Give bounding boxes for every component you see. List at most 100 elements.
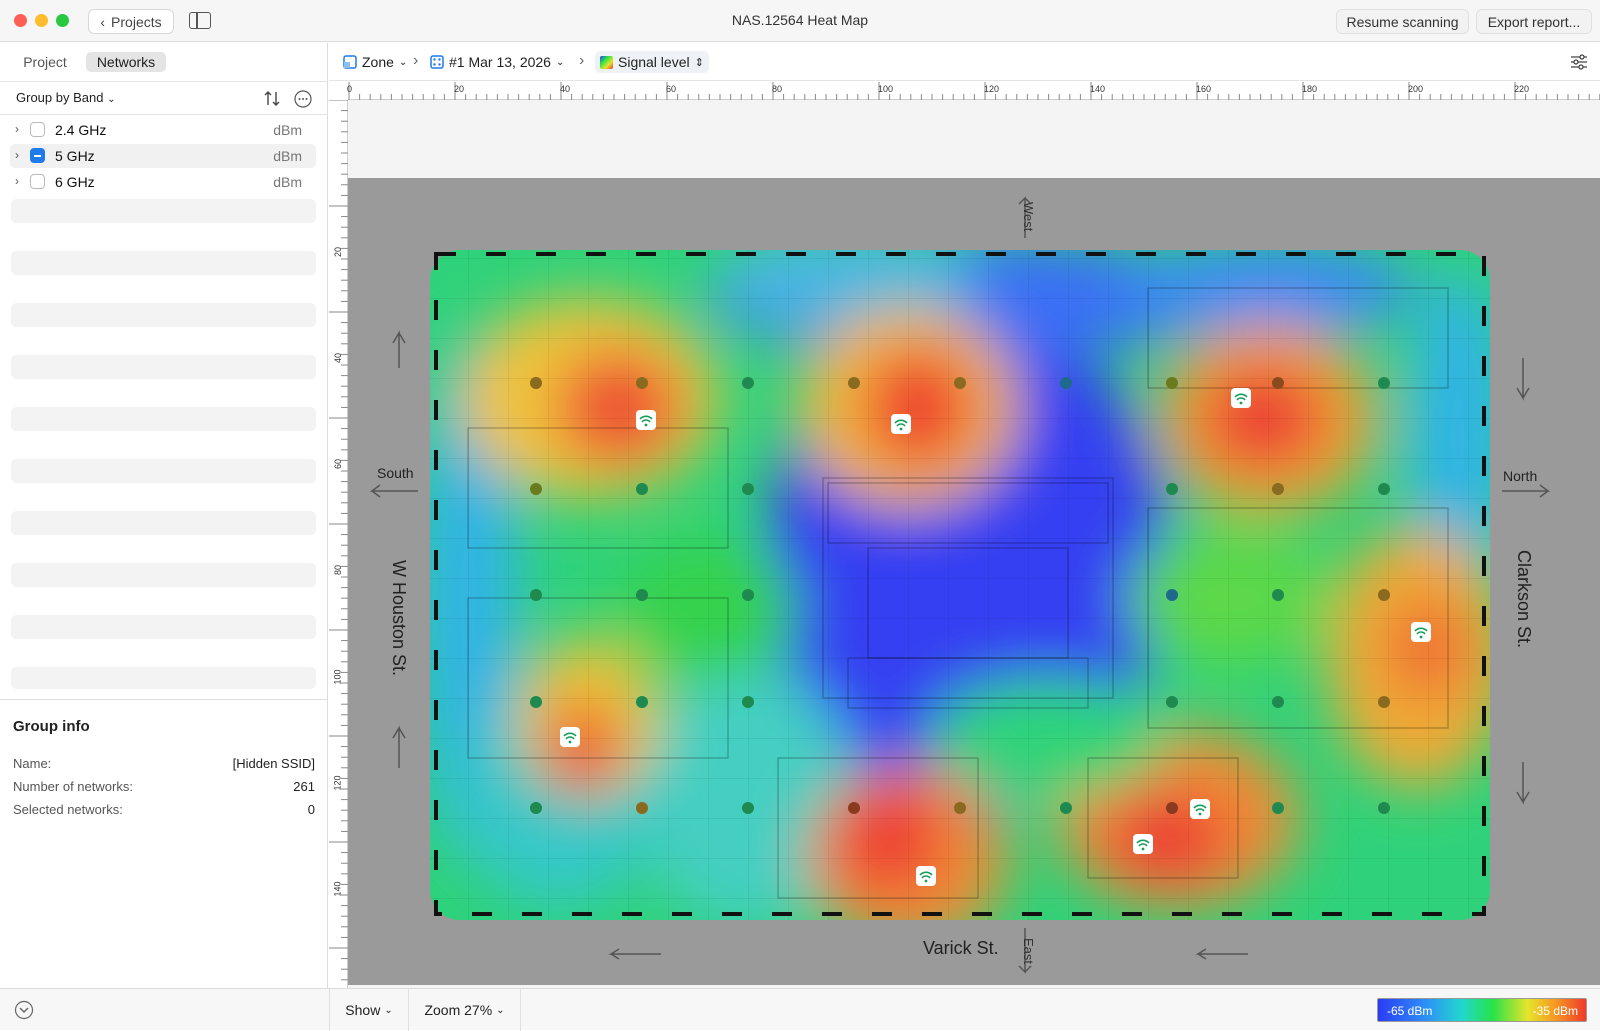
vertical-ruler: 20 40 60 80 100 120 140 [329, 100, 348, 988]
band-checkbox[interactable] [30, 174, 45, 189]
chevron-right-icon[interactable]: › [15, 148, 19, 162]
group-info-title: Group info [13, 718, 90, 735]
sidebar: Project Networks Group by Band ⌄ › 2.4 G… [0, 43, 328, 988]
wifi-icon[interactable] [1411, 622, 1431, 642]
ruler-label: 40 [560, 84, 571, 94]
info-value: 0 [307, 802, 315, 817]
group-info-panel: Group info Name: [Hidden SSID] Number of… [0, 699, 328, 989]
info-row-name: Name: [Hidden SSID] [13, 756, 315, 771]
ruler-label: 80 [333, 564, 344, 576]
ruler-label: 0 [347, 84, 353, 94]
placeholder-row [11, 563, 316, 587]
ruler-label: 20 [333, 246, 344, 258]
zoom-label: Zoom 27% [424, 1002, 493, 1018]
wifi-icon[interactable] [1190, 799, 1210, 819]
wifi-icon[interactable] [1133, 834, 1153, 854]
view-settings-icon[interactable] [1570, 53, 1588, 71]
info-row-network-count: Number of networks: 261 [13, 779, 315, 794]
band-unit: dBm [273, 174, 302, 190]
resume-scanning-button[interactable]: Resume scanning [1336, 9, 1469, 34]
breadcrumb-view-label: Signal level [618, 54, 690, 70]
ruler-label: 200 [1408, 84, 1424, 94]
wifi-icon[interactable] [891, 414, 911, 434]
placeholder-row [11, 355, 316, 379]
breadcrumb-scan[interactable]: #1 Mar 13, 2026 ⌄ [430, 51, 564, 73]
breadcrumb-separator-icon: › [579, 52, 585, 69]
zoom-menu-button[interactable]: Zoom 27% ⌄ [409, 989, 521, 1031]
signal-legend: -65 dBm -35 dBm [1377, 998, 1587, 1022]
chevron-updown-icon: ⇕ [694, 56, 704, 69]
chevron-right-icon[interactable]: › [15, 122, 19, 136]
show-menu-button[interactable]: Show ⌄ [329, 989, 409, 1031]
label-north: North [1503, 468, 1538, 484]
label-south: South [377, 465, 414, 481]
window-title: NAS.12564 Heat Map [731, 12, 869, 28]
placeholder-row [11, 511, 316, 535]
heatmap-canvas[interactable]: West East South North W Houston St. Clar… [348, 100, 1600, 988]
tab-project[interactable]: Project [14, 52, 76, 72]
minimize-window-button[interactable] [35, 14, 48, 27]
placeholder-row [11, 303, 316, 327]
sort-icon[interactable] [264, 90, 280, 107]
zoom-window-button[interactable] [56, 14, 69, 27]
close-window-button[interactable] [14, 14, 27, 27]
ruler-label: 160 [1196, 84, 1212, 94]
sidebar-toggle-icon[interactable] [189, 12, 211, 29]
ruler-label: 100 [878, 84, 894, 94]
chevron-down-icon: ⌄ [398, 56, 408, 68]
collapse-panel-icon[interactable] [14, 1000, 34, 1020]
info-row-selected: Selected networks: 0 [13, 802, 315, 817]
wifi-icon[interactable] [916, 866, 936, 886]
ruler-label: 60 [666, 84, 677, 94]
band-checkbox[interactable] [30, 148, 45, 163]
band-row-5ghz[interactable]: › 5 GHz dBm [10, 144, 316, 168]
band-row-6ghz[interactable]: › 6 GHz dBm [10, 170, 316, 194]
wifi-icon[interactable] [560, 727, 580, 747]
breadcrumb-zone[interactable]: Zone ⌄ [343, 51, 407, 73]
ruler-label: 120 [984, 84, 1000, 94]
band-label: 6 GHz [55, 174, 95, 190]
placeholder-row [11, 407, 316, 431]
heatmap-map[interactable]: West East South North W Houston St. Clar… [348, 178, 1600, 985]
chevron-right-icon[interactable]: › [15, 174, 19, 188]
breadcrumb-zone-label: Zone [362, 54, 394, 70]
band-checkbox[interactable] [30, 122, 45, 137]
chevron-down-icon: ⌄ [384, 1004, 393, 1016]
ruler-label: 140 [332, 881, 343, 897]
tab-networks[interactable]: Networks [86, 52, 166, 72]
ruler-label: 220 [1514, 84, 1530, 94]
ruler-label: 20 [454, 84, 465, 94]
export-report-button[interactable]: Export report... [1476, 9, 1592, 34]
wifi-icon[interactable] [636, 410, 656, 430]
info-label: Number of networks: [13, 779, 133, 794]
chevron-down-icon: ⌄ [107, 94, 116, 105]
ruler-label: 80 [772, 84, 783, 94]
placeholder-row [11, 615, 316, 639]
ruler-label: 140 [1090, 84, 1106, 94]
chevron-left-icon: ‹ [100, 13, 106, 30]
title-bar: ‹ Projects NAS.12564 Heat Map Resume sca… [0, 0, 1600, 42]
chevron-down-icon: ⌄ [555, 56, 565, 68]
label-west: West [1021, 202, 1036, 232]
bottom-bar: Show ⌄ Zoom 27% ⌄ -65 dBm -35 dBm [0, 988, 1600, 1031]
group-by-label: Group by Band [16, 90, 104, 105]
breadcrumb-view[interactable]: Signal level ⇕ [595, 51, 709, 73]
placeholder-row [11, 459, 316, 483]
group-by-dropdown[interactable]: Group by Band ⌄ [16, 90, 115, 105]
main-area: Zone ⌄ › #1 Mar 13, 2026 ⌄ › Signal leve… [329, 43, 1600, 988]
band-row-2-4ghz[interactable]: › 2.4 GHz dBm [10, 118, 316, 142]
horizontal-ruler: 0 20 40 60 80 100 120 140 160 180 200 22… [347, 82, 1600, 100]
back-to-projects-button[interactable]: ‹ Projects [88, 9, 174, 34]
breadcrumb: Zone ⌄ › #1 Mar 13, 2026 ⌄ › Signal leve… [329, 43, 1600, 81]
signal-level-icon [600, 55, 613, 69]
more-options-icon[interactable] [294, 90, 312, 108]
vertical-ruler-ticks [329, 100, 348, 981]
ruler-label: 100 [332, 669, 343, 685]
wifi-icon[interactable] [1231, 388, 1251, 408]
ruler-label: 40 [333, 352, 344, 364]
info-value: [Hidden SSID] [232, 756, 315, 771]
ruler-label: 120 [332, 775, 343, 791]
band-label: 5 GHz [55, 148, 95, 164]
floor-plan-heatmap [369, 196, 1551, 974]
band-unit: dBm [273, 148, 302, 164]
